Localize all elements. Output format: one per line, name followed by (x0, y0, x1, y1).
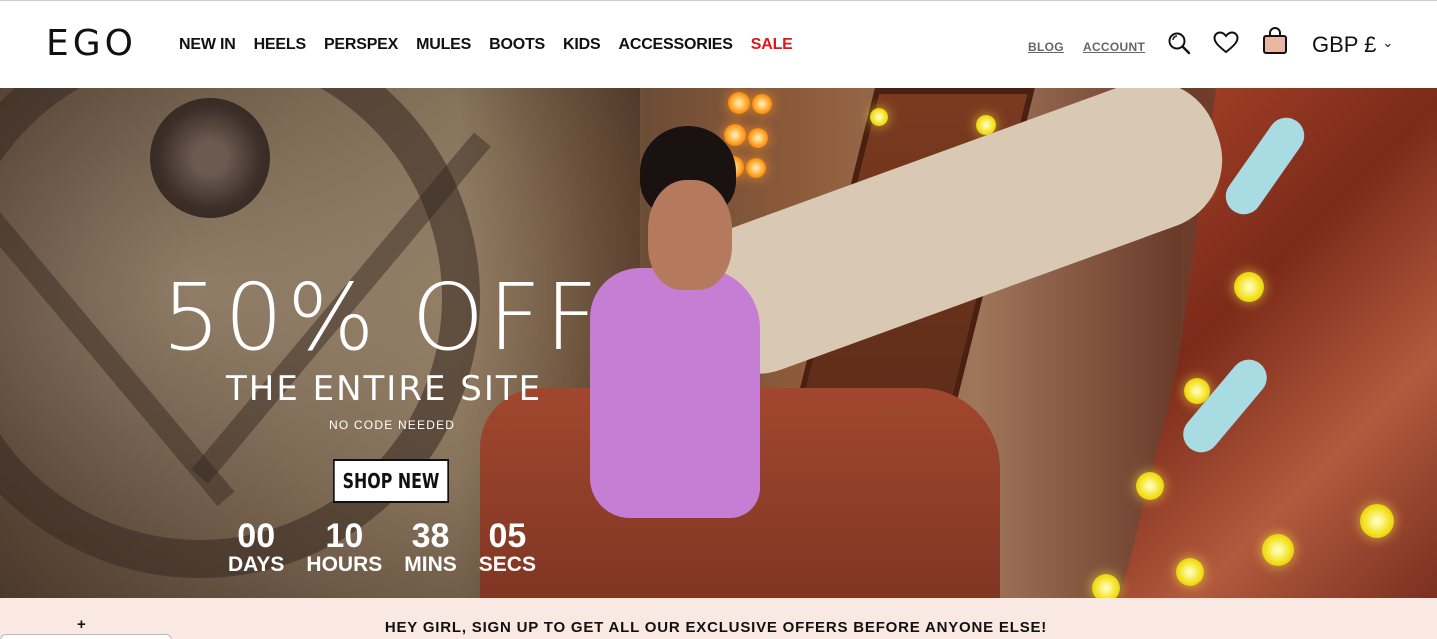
search-icon[interactable] (1167, 31, 1191, 60)
countdown-label: SECS (478, 553, 536, 576)
newsletter-signup-bar[interactable]: + HEY GIRL, SIGN UP TO GET ALL OUR EXCLU… (0, 598, 1437, 639)
blog-link[interactable]: BLOG (1028, 40, 1064, 54)
nav-item-kids[interactable]: KIDS (563, 36, 601, 54)
countdown-value: 00 (237, 517, 276, 555)
countdown-days: 00 DAYS (228, 519, 284, 576)
light-bulb (728, 92, 750, 114)
countdown-label: HOURS (306, 553, 383, 576)
countdown-hours: 10 HOURS (306, 519, 382, 576)
nav-item-accessories[interactable]: ACCESSORIES (618, 36, 732, 54)
bag-icon[interactable] (1262, 27, 1288, 60)
light-bulb (1092, 574, 1120, 598)
light-bulb (752, 94, 772, 114)
countdown-value: 10 (325, 517, 364, 555)
light-bulb (1262, 534, 1294, 566)
light-bulb (1136, 472, 1164, 500)
nav-item-heels[interactable]: HEELS (254, 36, 307, 54)
light-bulb (748, 128, 768, 148)
hero-gear-hub (150, 98, 270, 218)
countdown-mins: 38 MINS (404, 519, 457, 576)
site-header: EGO NEW IN HEELS PERSPEX MULES BOOTS KID… (0, 0, 1437, 88)
light-bulb (1176, 558, 1204, 586)
light-bulb (870, 108, 888, 126)
nav-item-new-in[interactable]: NEW IN (179, 36, 236, 54)
light-bulb (746, 158, 766, 178)
heart-icon[interactable] (1213, 31, 1239, 60)
hero-subheadline: THE ENTIRE SITE (226, 369, 543, 409)
light-bulb (724, 124, 746, 146)
light-bulb (1360, 504, 1394, 538)
signup-message[interactable]: HEY GIRL, SIGN UP TO GET ALL OUR EXCLUSI… (0, 619, 1432, 636)
countdown-secs: 05 SECS (479, 519, 536, 576)
hero-model-torso (590, 268, 760, 518)
countdown-value: 38 (411, 517, 450, 555)
countdown-label: MINS (404, 553, 457, 576)
nav-item-perspex[interactable]: PERSPEX (324, 36, 398, 54)
nav-item-mules[interactable]: MULES (416, 36, 471, 54)
account-link[interactable]: ACCOUNT (1083, 40, 1145, 54)
countdown-timer: 00 DAYS 10 HOURS 38 MINS 05 SECS (228, 519, 558, 576)
brand-logo[interactable]: EGO (46, 23, 137, 64)
countdown-label: DAYS (228, 553, 285, 576)
shop-new-button[interactable]: SHOP NEW (332, 459, 450, 503)
hero-note: NO CODE NEEDED (329, 418, 456, 432)
currency-label: GBP £ (1312, 32, 1377, 57)
nav-item-sale[interactable]: SALE (751, 36, 793, 54)
hero-model-face (648, 180, 732, 290)
countdown-value: 05 (488, 517, 527, 555)
currency-selector[interactable]: GBP £ ⌄ (1312, 32, 1393, 58)
main-nav: NEW IN HEELS PERSPEX MULES BOOTS KIDS AC… (179, 36, 811, 54)
light-bulb (1234, 272, 1264, 302)
nav-item-boots[interactable]: BOOTS (489, 36, 545, 54)
hero-banner[interactable]: 50% OFF THE ENTIRE SITE NO CODE NEEDED S… (0, 88, 1437, 598)
chevron-down-icon: ⌄ (1382, 35, 1394, 50)
hero-headline: 50% OFF (162, 264, 602, 371)
